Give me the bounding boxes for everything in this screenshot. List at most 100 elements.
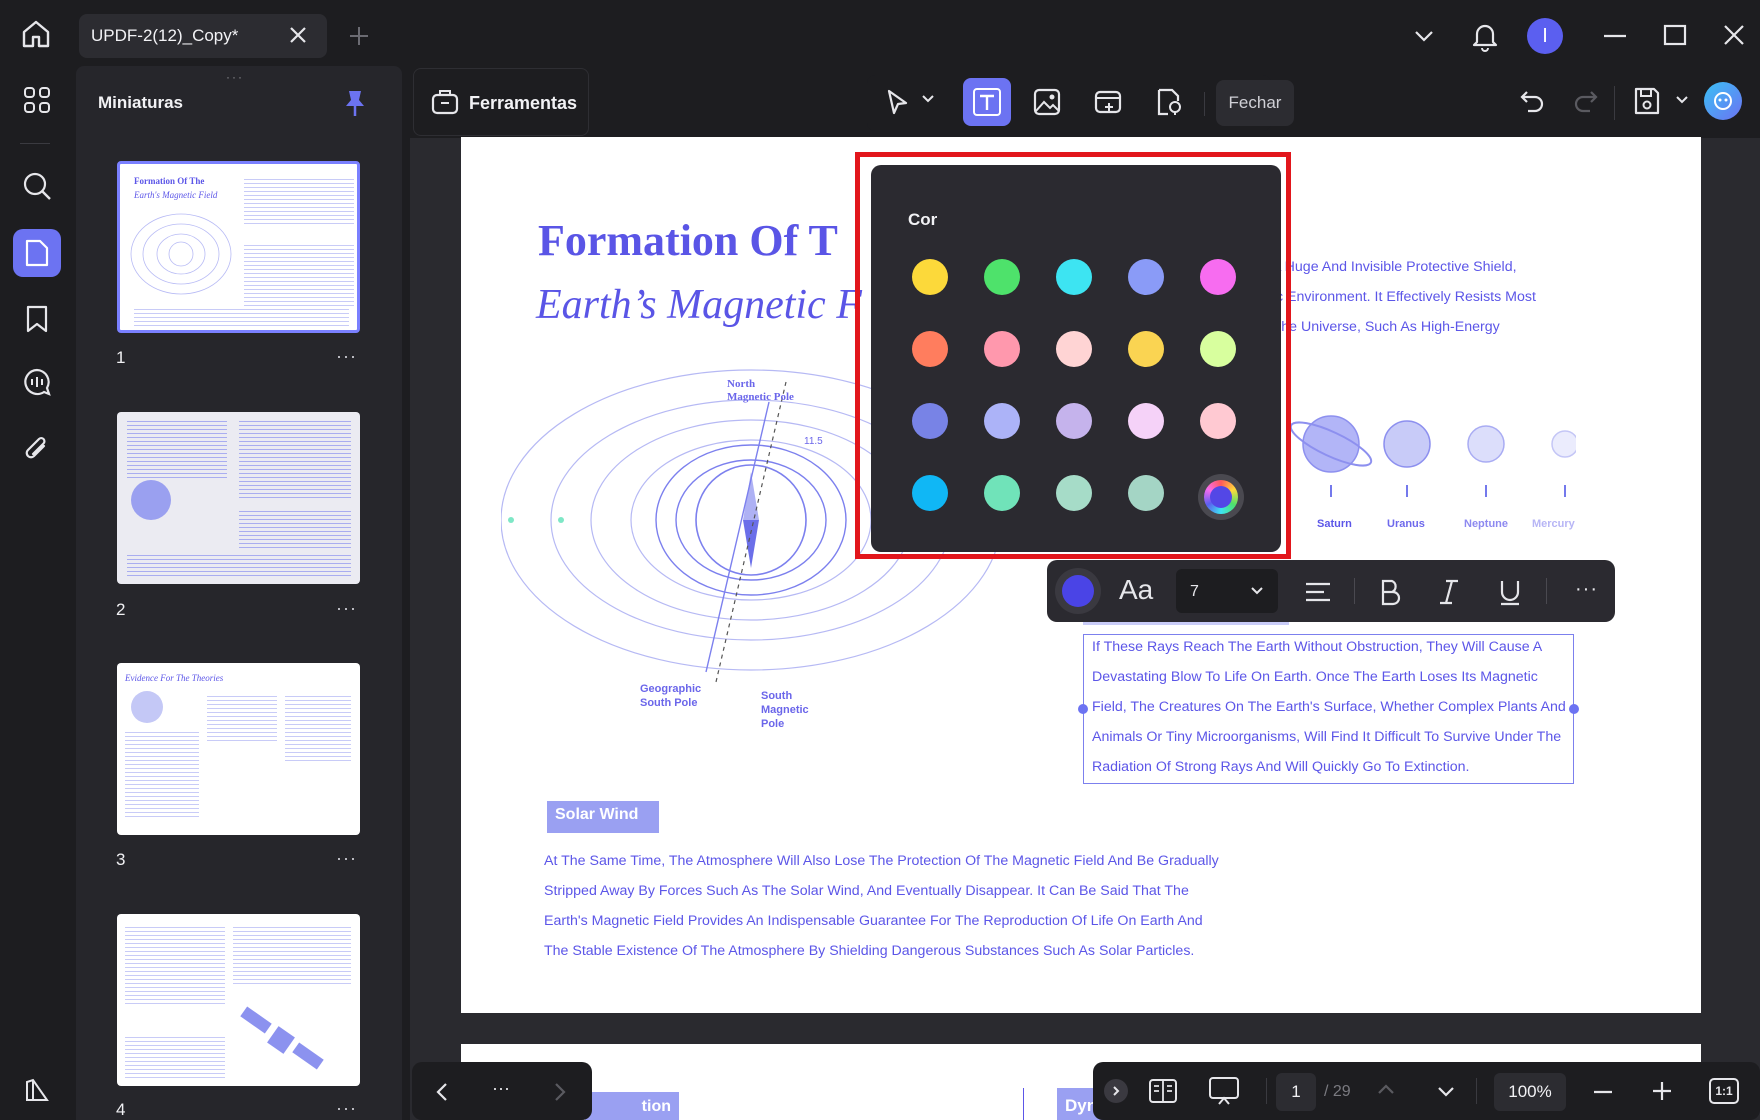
editing-text-content[interactable]: If These Rays Reach The Earth Without Ob… (1092, 632, 1572, 782)
panel-drag-handle[interactable]: ··· (226, 70, 244, 84)
color-swatch[interactable] (1128, 475, 1164, 511)
rail-apps-button[interactable] (13, 76, 61, 124)
more-format-button[interactable]: ··· (1575, 578, 1598, 601)
underline-icon[interactable] (1498, 578, 1522, 606)
color-swatch[interactable] (1128, 403, 1164, 439)
page-number-input[interactable]: 1 (1276, 1073, 1316, 1111)
toolbar-divider (1614, 86, 1615, 120)
rail-theme-button[interactable] (13, 1066, 61, 1114)
thumb-heading: Formation Of The (134, 176, 205, 186)
color-swatch[interactable] (984, 331, 1020, 367)
actual-size-button[interactable]: 1:1 (1709, 1078, 1739, 1104)
home-icon[interactable] (20, 18, 52, 50)
align-icon[interactable] (1304, 580, 1332, 604)
rail-attachments-button[interactable] (13, 425, 61, 473)
format-divider (1354, 578, 1355, 604)
collapse-bar-button[interactable] (1104, 1079, 1128, 1103)
toolbox-icon (430, 86, 460, 116)
thumb-text-block (127, 418, 227, 478)
thumbnail-page-1[interactable]: Formation Of The Earth's Magnetic Field (117, 161, 360, 333)
nav-more-button[interactable]: ··· (492, 1078, 510, 1099)
chevron-down-icon[interactable] (1250, 586, 1264, 596)
document-title: Formation Of T (538, 216, 838, 265)
close-tab-icon[interactable] (288, 25, 308, 45)
color-swatch[interactable] (1128, 331, 1164, 367)
page-icon (25, 239, 49, 267)
color-swatch[interactable] (1200, 331, 1236, 367)
ai-assistant-button[interactable] (1704, 82, 1742, 120)
thumbnail-page-4[interactable] (117, 914, 360, 1086)
color-swatch[interactable] (1056, 331, 1092, 367)
italic-icon[interactable] (1438, 578, 1460, 606)
paragraph-line: Field, The Creatures On The Earth's Surf… (1092, 699, 1566, 715)
page-layout-icon[interactable] (1148, 1078, 1178, 1104)
document-subtitle: Earth’s Magnetic F (536, 282, 862, 328)
avatar[interactable]: I (1527, 18, 1563, 54)
paragraph-line: The Stable Existence Of The Atmosphere B… (544, 943, 1195, 959)
color-swatch[interactable] (984, 259, 1020, 295)
color-swatch[interactable] (1200, 259, 1236, 295)
minimize-icon[interactable] (1603, 34, 1627, 38)
resize-handle-left[interactable] (1078, 704, 1088, 714)
undo-icon[interactable] (1518, 86, 1546, 114)
zoom-level[interactable]: 100% (1494, 1073, 1566, 1111)
thumb-text-block (125, 729, 199, 819)
color-swatch[interactable] (912, 331, 948, 367)
thumb-subheading: Earth's Magnetic Field (134, 190, 218, 200)
color-swatch[interactable] (1056, 259, 1092, 295)
bell-icon[interactable] (1470, 20, 1500, 52)
color-swatch[interactable] (984, 403, 1020, 439)
custom-color-button[interactable] (1198, 474, 1244, 520)
rail-thumbnails-button[interactable] (13, 229, 61, 277)
color-swatch[interactable] (1128, 259, 1164, 295)
image-tool-button[interactable] (1023, 78, 1071, 126)
close-window-icon[interactable] (1723, 24, 1745, 46)
close-edit-button[interactable]: Fechar (1216, 80, 1294, 126)
thumbnail-more-button[interactable]: ··· (336, 598, 357, 619)
color-swatch[interactable] (912, 259, 948, 295)
text-color-button[interactable] (1055, 568, 1101, 614)
color-wheel-center (1210, 486, 1232, 508)
zoom-in-icon[interactable] (1651, 1080, 1673, 1102)
color-swatch[interactable] (1056, 475, 1092, 511)
color-swatch[interactable] (984, 475, 1020, 511)
chevron-down-icon[interactable] (1412, 26, 1436, 46)
select-tool-button[interactable] (874, 78, 922, 126)
stamp-tool-button[interactable] (1145, 78, 1193, 126)
thumbnail-page-2[interactable] (117, 412, 360, 584)
chevron-left-icon[interactable] (434, 1081, 450, 1103)
pin-icon[interactable] (342, 88, 368, 118)
thumbnail-number: 3 (116, 850, 126, 869)
save-icon[interactable] (1633, 86, 1661, 116)
thumbnail-more-button[interactable]: ··· (336, 346, 357, 367)
color-swatch[interactable] (1200, 403, 1236, 439)
thumbnail-more-button[interactable]: ··· (336, 848, 357, 869)
bold-icon[interactable] (1378, 578, 1402, 606)
page-total: / 29 (1324, 1083, 1351, 1100)
color-swatch[interactable] (1056, 403, 1092, 439)
tab-title: UPDF-2(12)_Copy* (91, 26, 239, 45)
chevron-down-icon[interactable] (1675, 95, 1689, 105)
presentation-icon[interactable] (1208, 1076, 1240, 1106)
thumbnail-more-button[interactable]: ··· (336, 1098, 357, 1119)
zoom-out-icon[interactable] (1592, 1090, 1614, 1094)
redo-icon[interactable] (1572, 86, 1600, 114)
font-family-button[interactable]: Aa (1119, 574, 1153, 606)
solar-wind-paragraph: At The Same Time, The Atmosphere Will Al… (544, 846, 1244, 966)
chevron-down-icon[interactable] (921, 94, 935, 104)
new-tab-icon[interactable] (348, 25, 370, 47)
chevron-down-icon[interactable] (1436, 1085, 1456, 1099)
chevron-right-icon[interactable] (552, 1081, 568, 1103)
color-swatch[interactable] (912, 475, 948, 511)
rail-comments-button[interactable] (13, 358, 61, 406)
rail-search-button[interactable] (13, 162, 61, 210)
rail-bookmark-button[interactable] (13, 295, 61, 343)
text-tool-button[interactable] (963, 78, 1011, 126)
maximize-icon[interactable] (1663, 24, 1687, 46)
chevron-up-icon[interactable] (1376, 1082, 1396, 1096)
thumbnail-page-3[interactable]: Evidence For The Theories (117, 663, 360, 835)
link-tool-button[interactable] (1084, 78, 1132, 126)
thumb-globe (131, 480, 171, 520)
thumb-satellite (240, 1006, 324, 1070)
color-swatch[interactable] (912, 403, 948, 439)
